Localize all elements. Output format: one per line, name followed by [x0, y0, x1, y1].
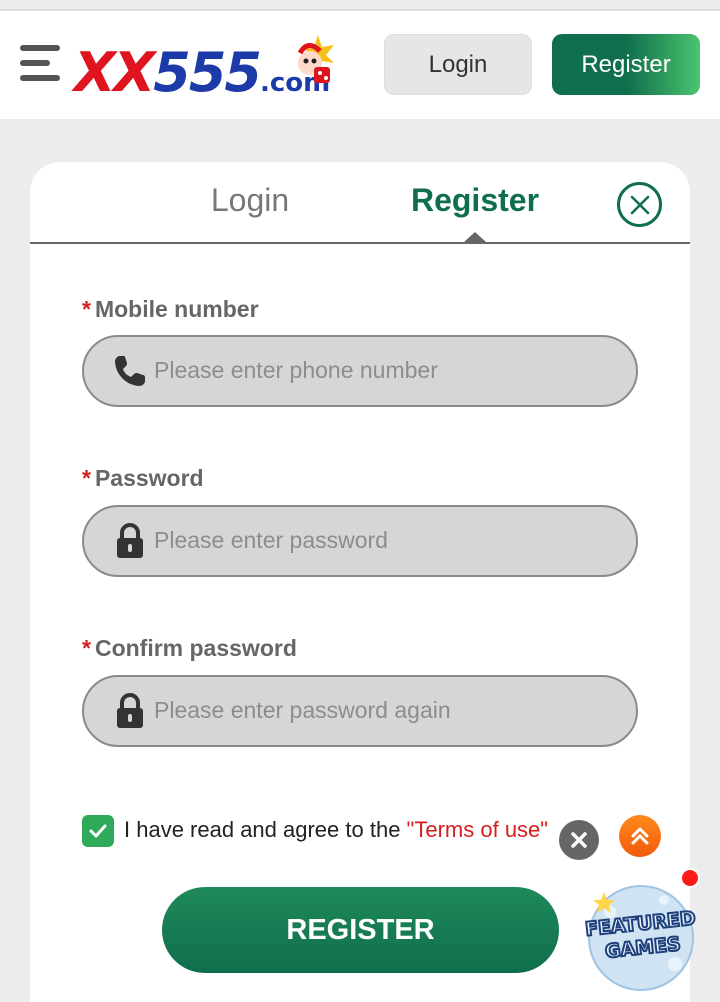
required-mark: * [82, 635, 91, 661]
double-chevron-up-icon [631, 827, 649, 845]
mascot-icon [297, 35, 334, 83]
close-modal-button[interactable] [617, 182, 662, 227]
required-mark: * [82, 296, 91, 322]
mobile-number-input[interactable]: Please enter phone number [82, 335, 638, 407]
site-logo[interactable]: XX555.com [74, 33, 364, 105]
auth-tabs: Login Register [30, 162, 690, 244]
app-header: XX555.com Login Register [0, 11, 720, 119]
register-submit-button[interactable]: REGISTER [162, 887, 559, 973]
confirm-password-input[interactable]: Please enter password again [82, 675, 638, 747]
lock-icon [117, 523, 143, 558]
confirm-password-placeholder: Please enter password again [154, 697, 451, 723]
password-input[interactable]: Please enter password [82, 505, 638, 577]
floating-close-button[interactable] [559, 820, 599, 860]
mobile-number-label: * Mobile number [82, 296, 259, 322]
close-icon [630, 195, 649, 214]
tab-register[interactable]: Register [395, 182, 555, 219]
password-placeholder: Please enter password [154, 527, 388, 553]
header-login-button[interactable]: Login [384, 34, 532, 95]
terms-checkbox[interactable] [82, 815, 114, 847]
header-register-button[interactable]: Register [552, 34, 700, 95]
active-tab-indicator [464, 232, 486, 242]
check-icon [89, 824, 107, 838]
mobile-number-placeholder: Please enter phone number [154, 357, 438, 383]
required-mark: * [82, 465, 91, 491]
tab-login[interactable]: Login [175, 182, 325, 219]
close-icon [571, 832, 587, 848]
lock-icon [117, 693, 143, 728]
terms-text: I have read and agree to the "Terms of u… [124, 817, 549, 842]
scroll-to-top-button[interactable] [619, 815, 661, 857]
confirm-password-label: * Confirm password [82, 635, 297, 661]
notification-dot [680, 868, 700, 888]
phone-icon [115, 356, 145, 386]
terms-agreement: I have read and agree to the "Terms of u… [82, 814, 562, 848]
password-label: * Password [82, 465, 204, 491]
menu-icon[interactable] [20, 45, 60, 81]
featured-games-badge[interactable]: FEATUREDGAMES [580, 872, 702, 994]
terms-of-use-link[interactable]: "Terms of use" [407, 817, 549, 842]
